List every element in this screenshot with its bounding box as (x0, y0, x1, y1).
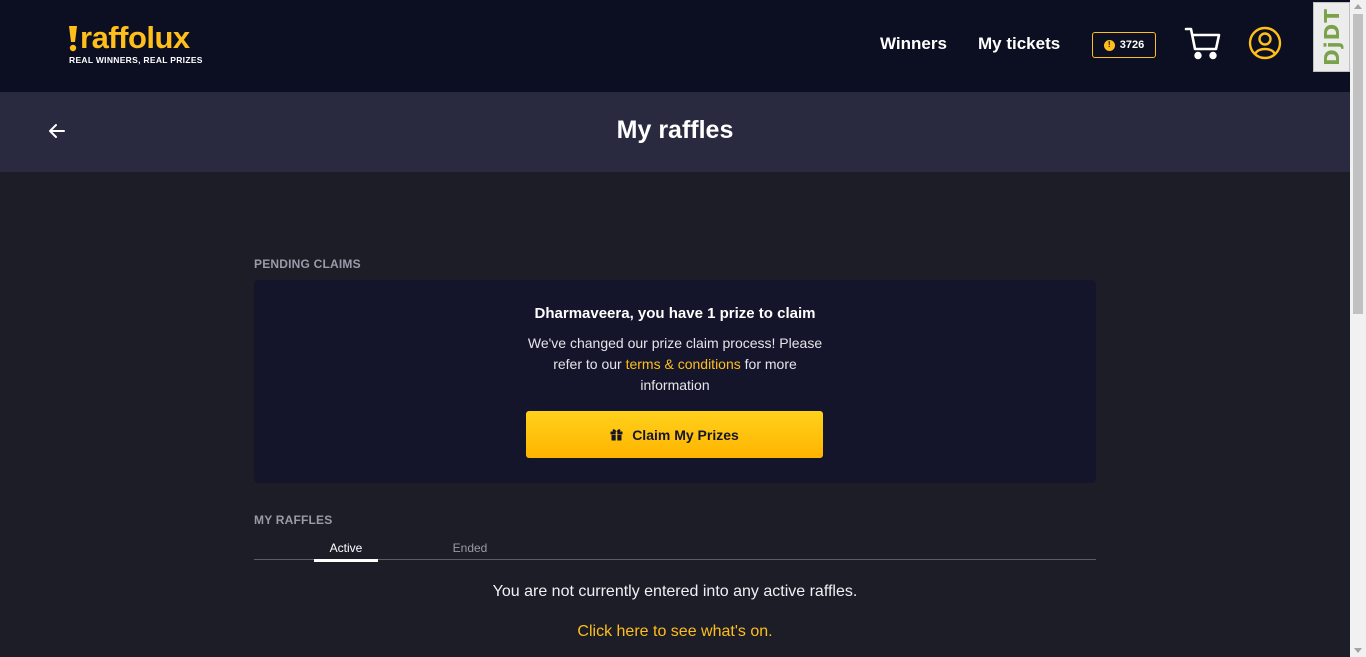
djdt-label: DjDT (1319, 8, 1344, 66)
nav-winners-link[interactable]: Winners (880, 34, 947, 54)
coin-icon: ! (1103, 39, 1115, 51)
tab-active[interactable]: Active (314, 541, 378, 562)
user-icon[interactable] (1248, 26, 1282, 60)
claim-button-label: Claim My Prizes (632, 426, 739, 443)
claim-heading: Dharmaveera, you have 1 prize to claim (534, 305, 816, 322)
my-raffles-label: MY RAFFLES (254, 513, 333, 527)
page-scrollbar[interactable] (1350, 0, 1366, 657)
logo-tagline: REAL WINNERS, REAL PRIZES (69, 55, 203, 65)
logo-exclamation-icon (69, 26, 77, 52)
page-header: My raffles (0, 92, 1350, 172)
nav-my-tickets-link[interactable]: My tickets (978, 34, 1060, 54)
page-title: My raffles (616, 116, 734, 144)
cart-icon[interactable] (1184, 26, 1222, 60)
tab-ended[interactable]: Ended (438, 541, 502, 555)
claim-my-prizes-button[interactable]: Claim My Prizes (526, 411, 823, 458)
gift-icon (610, 429, 623, 441)
coin-balance-badge[interactable]: ! 3726 (1092, 32, 1156, 58)
raffolux-logo[interactable]: raffolux REAL WINNERS, REAL PRIZES (68, 20, 218, 68)
claim-description: We've changed our prize claim process! P… (518, 333, 832, 396)
empty-raffles-message: You are not currently entered into any a… (492, 583, 858, 600)
see-whats-on-link[interactable]: Click here to see what's on. (0, 623, 1350, 641)
scroll-down-arrow-icon[interactable] (1354, 648, 1362, 653)
pending-claim-card: Dharmaveera, you have 1 prize to claim W… (254, 280, 1096, 483)
coin-balance-value: 3726 (1119, 39, 1145, 51)
scroll-up-arrow-icon[interactable] (1354, 4, 1362, 9)
scrollbar-thumb[interactable] (1353, 14, 1363, 314)
raffle-tabs: Active Ended (254, 538, 1096, 562)
logo-wordmark: raffolux (80, 20, 190, 55)
top-navbar: raffolux REAL WINNERS, REAL PRIZES Winne… (0, 0, 1350, 92)
terms-conditions-link[interactable]: terms & conditions (626, 356, 741, 372)
django-debug-toolbar-handle[interactable]: DjDT (1313, 2, 1350, 72)
pending-claims-label: PENDING CLAIMS (254, 257, 361, 271)
